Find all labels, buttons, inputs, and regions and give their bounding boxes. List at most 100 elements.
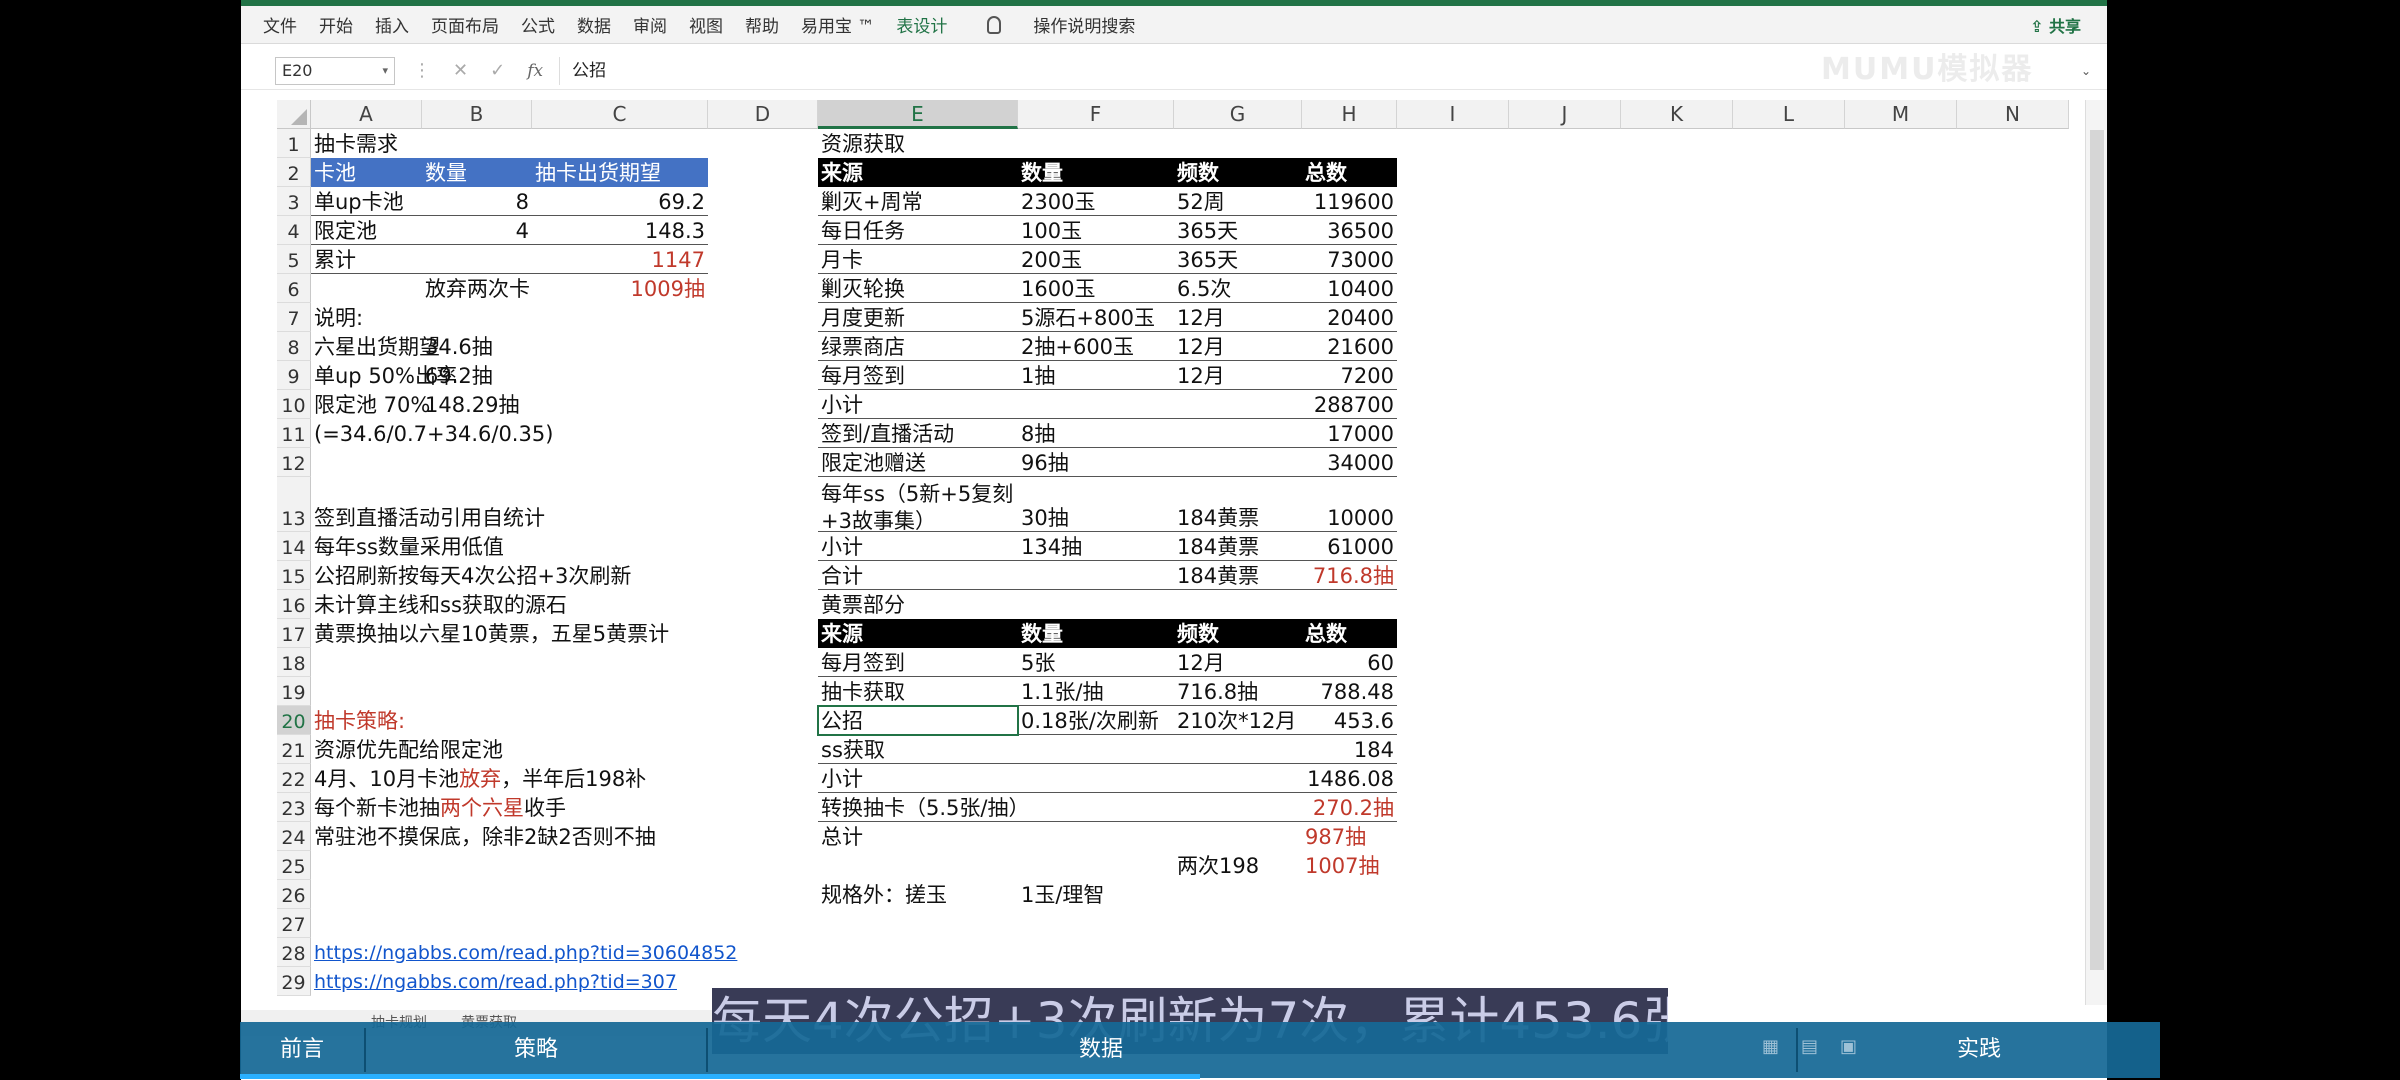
- confirm-icon[interactable]: ✓: [490, 60, 505, 81]
- row-header-17[interactable]: 17: [277, 619, 311, 648]
- grand-total-label: 总计: [821, 825, 863, 849]
- resource-total: 17000: [1327, 422, 1394, 446]
- strategy-text: 常驻池不摸保底，除非2缺2否则不抽: [314, 825, 656, 849]
- resource-source: 小计: [821, 535, 863, 559]
- ribbon-tab-10[interactable]: 表设计: [896, 12, 947, 37]
- row-header-8[interactable]: 8: [277, 332, 311, 361]
- row-header-3[interactable]: 3: [277, 187, 311, 216]
- yellow-qty: 0.18张/次刷新: [1021, 709, 1159, 733]
- note-label: 六星出货期望: [314, 335, 440, 359]
- row-header-10[interactable]: 10: [277, 390, 311, 419]
- column-header-N[interactable]: N: [1957, 100, 2069, 129]
- row-header-11[interactable]: 11: [277, 419, 311, 448]
- name-box[interactable]: E20 ▾: [275, 56, 395, 85]
- row-header-1[interactable]: 1: [277, 129, 311, 158]
- abandon-label: 放弃两次卡: [425, 277, 530, 301]
- row-header-2[interactable]: 2: [277, 158, 311, 187]
- column-header-I[interactable]: I: [1397, 100, 1509, 129]
- row-header-18[interactable]: 18: [277, 648, 311, 677]
- row-header-9[interactable]: 9: [277, 361, 311, 390]
- resource-freq: 12月: [1177, 306, 1225, 330]
- row-header-29[interactable]: 29: [277, 967, 311, 996]
- column-header-M[interactable]: M: [1845, 100, 1957, 129]
- table-header: 抽卡出货期望: [532, 158, 708, 187]
- column-header-H[interactable]: H: [1302, 100, 1397, 129]
- ribbon-tab-3[interactable]: 页面布局: [431, 12, 499, 37]
- page-layout-icon[interactable]: ▤: [1801, 1036, 1818, 1057]
- row-header-14[interactable]: 14: [277, 532, 311, 561]
- column-header-E[interactable]: E: [818, 100, 1018, 129]
- strategy-text: 资源优先配给限定池: [314, 738, 503, 762]
- row-header-6[interactable]: 6: [277, 274, 311, 303]
- row-header-21[interactable]: 21: [277, 735, 311, 764]
- share-button[interactable]: ⇪ 共享: [2030, 13, 2081, 37]
- video-progress-bar[interactable]: [240, 1074, 1200, 1079]
- resource-qty: 1600玉: [1021, 277, 1096, 301]
- row-header-24[interactable]: 24: [277, 822, 311, 851]
- insert-function-icon[interactable]: fx: [527, 61, 543, 81]
- column-header-L[interactable]: L: [1733, 100, 1845, 129]
- ribbon-tab-9[interactable]: 易用宝 ™: [801, 12, 874, 37]
- column-header-A[interactable]: A: [311, 100, 422, 129]
- nav-item-strategy[interactable]: 策略: [366, 1022, 706, 1078]
- ribbon-tab-4[interactable]: 公式: [521, 12, 555, 37]
- row-header-4[interactable]: 4: [277, 216, 311, 245]
- yellow-source: 转换抽卡（5.5张/抽）: [821, 796, 1030, 820]
- resource-qty: 2300玉: [1021, 190, 1096, 214]
- ribbon-tab-2[interactable]: 插入: [375, 12, 409, 37]
- resource-freq: 6.5次: [1177, 277, 1232, 301]
- ribbon-tab-5[interactable]: 数据: [577, 12, 611, 37]
- scrollbar-thumb[interactable]: [2090, 130, 2104, 970]
- column-header-G[interactable]: G: [1174, 100, 1302, 129]
- column-header-D[interactable]: D: [708, 100, 818, 129]
- row-header-13[interactable]: 13: [277, 477, 311, 532]
- ribbon-tab-8[interactable]: 帮助: [745, 12, 779, 37]
- nav-item-preface[interactable]: 前言: [240, 1022, 364, 1078]
- yellow-total: 1486.08: [1307, 767, 1394, 791]
- page-break-icon[interactable]: ▣: [1840, 1036, 1857, 1057]
- table-header: 数量: [422, 158, 532, 187]
- column-header-F[interactable]: F: [1018, 100, 1174, 129]
- pool-count: 4: [515, 219, 529, 243]
- row-header-12[interactable]: 12: [277, 448, 311, 477]
- ribbon-tab-6[interactable]: 审阅: [633, 12, 667, 37]
- resource-freq: 184黄票: [1177, 535, 1260, 559]
- row-header-15[interactable]: 15: [277, 561, 311, 590]
- row-header-22[interactable]: 22: [277, 764, 311, 793]
- row-header-27[interactable]: 27: [277, 909, 311, 938]
- tell-me-search[interactable]: 操作说明搜索: [1033, 12, 1135, 37]
- column-header-C[interactable]: C: [532, 100, 708, 129]
- row-header-20[interactable]: 20: [277, 706, 311, 735]
- row-header-26[interactable]: 26: [277, 880, 311, 909]
- left-title: 抽卡需求: [314, 132, 398, 156]
- resource-source: 小计: [821, 393, 863, 417]
- strategy-text: 每个新卡池抽: [314, 796, 440, 820]
- sheet-grid[interactable]: A B C D E F G H I J K L M N 1 2 3 4 5 6 7 8 9 10 11 12 13 14 15 16 17 1…: [241, 100, 2107, 1013]
- row-header-25[interactable]: 25: [277, 851, 311, 880]
- cancel-icon[interactable]: ✕: [453, 60, 468, 81]
- chapter-nav-bar: 前言 策略 数据 实践: [240, 1022, 2160, 1078]
- row-header-19[interactable]: 19: [277, 677, 311, 706]
- vertical-scrollbar[interactable]: [2085, 100, 2107, 1005]
- select-all-corner[interactable]: [277, 100, 311, 129]
- nav-item-data[interactable]: 数据: [708, 1022, 1494, 1078]
- column-header-B[interactable]: B: [422, 100, 532, 129]
- row-header-7[interactable]: 7: [277, 303, 311, 332]
- row-header-16[interactable]: 16: [277, 590, 311, 619]
- ribbon-tab-0[interactable]: 文件: [263, 12, 297, 37]
- row-header-28[interactable]: 28: [277, 938, 311, 967]
- chevron-down-icon[interactable]: ▾: [382, 58, 388, 84]
- expand-formula-icon[interactable]: ⌄: [2075, 64, 2097, 78]
- column-header-K[interactable]: K: [1621, 100, 1733, 129]
- yellow-total: 60: [1367, 651, 1394, 675]
- resources-title: 资源获取: [821, 132, 905, 156]
- row-header-23[interactable]: 23: [277, 793, 311, 822]
- normal-view-icon[interactable]: ▦: [1762, 1036, 1779, 1057]
- resource-total: 20400: [1327, 306, 1394, 330]
- ribbon-tab-1[interactable]: 开始: [319, 12, 353, 37]
- row-header-5[interactable]: 5: [277, 245, 311, 274]
- hyperlink[interactable]: https://ngabbs.com/read.php?tid=30604852: [311, 938, 818, 967]
- column-header-J[interactable]: J: [1509, 100, 1621, 129]
- active-cell-selection[interactable]: [817, 705, 1019, 736]
- ribbon-tab-7[interactable]: 视图: [689, 12, 723, 37]
